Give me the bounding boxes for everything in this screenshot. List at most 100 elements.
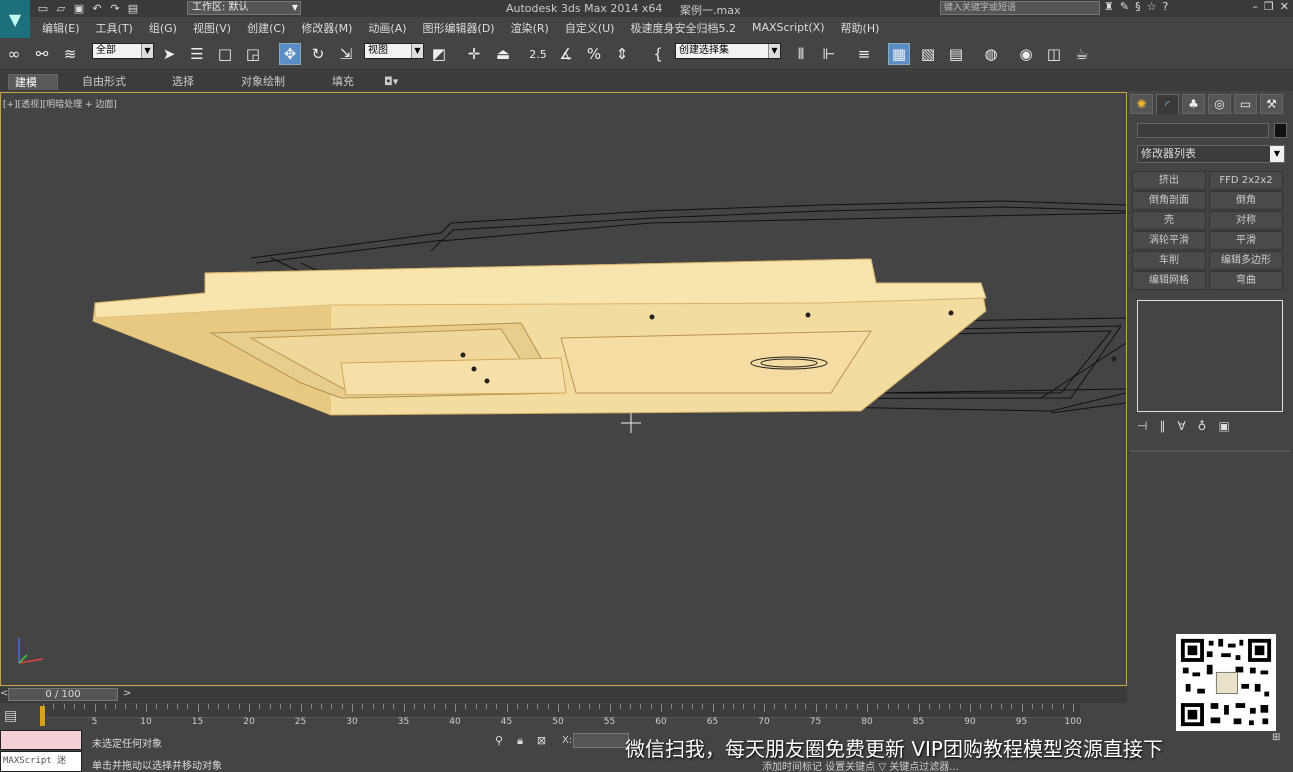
menu-item[interactable]: 视图(V) bbox=[193, 20, 231, 36]
reference-coordinate-dropdown[interactable]: 视图 ▼ bbox=[364, 43, 424, 59]
keyboard-shortcut-override-icon[interactable]: ⏏ bbox=[492, 43, 514, 65]
edit-named-selection-icon[interactable]: { bbox=[647, 43, 669, 65]
tab-object-paint[interactable]: 对象绘制 bbox=[235, 74, 291, 90]
mirror-icon[interactable]: ⫴ bbox=[790, 43, 812, 65]
align-icon[interactable]: ⊩ bbox=[818, 43, 840, 65]
named-selection-dropdown[interactable]: 创建选择集 ▼ bbox=[675, 43, 781, 59]
menu-item[interactable]: 动画(A) bbox=[368, 20, 406, 36]
workspace-dropdown[interactable]: 工作区: 默认 ▼ bbox=[187, 1, 301, 15]
new-file-icon[interactable]: ▭ bbox=[36, 1, 50, 15]
time-next-button[interactable]: > bbox=[123, 688, 131, 699]
menu-item[interactable]: 创建(C) bbox=[247, 20, 285, 36]
bind-space-warp-icon[interactable]: ≋ bbox=[59, 43, 81, 65]
isolate-icon[interactable]: ⚲ bbox=[495, 734, 503, 748]
modifier-button[interactable]: 编辑网格 bbox=[1132, 271, 1206, 290]
window-crossing-icon[interactable]: ◲ bbox=[242, 43, 264, 65]
track-strip[interactable]: 5 10 15 20 25 30 35 40 45 50 55 60 65 70 75 80 85 90 95 100 bbox=[40, 704, 1082, 727]
tab-freeform[interactable]: 自由形式 bbox=[76, 74, 132, 90]
menu-item[interactable]: 修改器(M) bbox=[301, 20, 352, 36]
app-logo-icon[interactable]: ▼ bbox=[0, 0, 30, 38]
menu-item[interactable]: 编辑(E) bbox=[42, 20, 80, 36]
perspective-viewport[interactable]: [+][透视][明暗处理 + 边面] bbox=[0, 92, 1127, 686]
pin-stack-icon[interactable]: ⊣ bbox=[1137, 419, 1147, 437]
menu-item[interactable]: 工具(T) bbox=[96, 20, 133, 36]
modifier-button[interactable]: 涡轮平滑 bbox=[1132, 231, 1206, 250]
maximize-viewport-icon[interactable]: ⊞ bbox=[1272, 732, 1280, 743]
utilities-tab-icon[interactable]: ⚒ bbox=[1260, 94, 1283, 114]
select-link-icon[interactable]: ∞ bbox=[3, 43, 25, 65]
maxscript-mini-listener[interactable]: MAXScript 迷 bbox=[0, 751, 82, 772]
ceiling-model[interactable] bbox=[92, 258, 987, 416]
modifier-button[interactable]: 平滑 bbox=[1209, 231, 1283, 250]
render-production-icon[interactable]: ☕ bbox=[1071, 43, 1093, 65]
curve-editor-icon[interactable]: ▧ bbox=[917, 43, 939, 65]
menu-item[interactable]: 图形编辑器(D) bbox=[423, 20, 495, 36]
rectangular-selection-icon[interactable]: □ bbox=[214, 43, 236, 65]
graphite-ribbon-icon[interactable]: ▦ bbox=[888, 43, 910, 65]
save-icon[interactable]: ▣ bbox=[72, 1, 86, 15]
time-slider-thumb[interactable]: 0 / 100 bbox=[8, 688, 118, 701]
modifier-button[interactable]: 对称 bbox=[1209, 211, 1283, 230]
open-file-icon[interactable]: ▱ bbox=[54, 1, 68, 15]
modifier-button[interactable]: 壳 bbox=[1132, 211, 1206, 230]
rendered-frame-icon[interactable]: ◫ bbox=[1043, 43, 1065, 65]
show-end-result-icon[interactable]: ∥ bbox=[1159, 419, 1165, 437]
minimize-icon[interactable]: – bbox=[1252, 0, 1258, 13]
menu-item[interactable]: 组(G) bbox=[149, 20, 177, 36]
angle-snap-icon[interactable]: ∡ bbox=[555, 43, 577, 65]
modifier-button[interactable]: 车削 bbox=[1132, 251, 1206, 270]
restore-icon[interactable]: ❐ bbox=[1264, 0, 1274, 13]
schematic-view-icon[interactable]: ▤ bbox=[945, 43, 967, 65]
pivot-center-icon[interactable]: ◩ bbox=[428, 43, 450, 65]
render-setup-icon[interactable]: ◉ bbox=[1015, 43, 1037, 65]
search-input[interactable]: 键入关键字或短语 bbox=[940, 1, 1100, 15]
create-tab-icon[interactable]: ✺ bbox=[1130, 94, 1153, 114]
menu-item[interactable]: 自定义(U) bbox=[565, 20, 615, 36]
modifier-list-dropdown[interactable]: 修改器列表 ▼ bbox=[1137, 145, 1285, 163]
select-and-move-icon[interactable]: ✥ bbox=[279, 43, 301, 65]
star-icon[interactable]: ☆ bbox=[1147, 0, 1157, 13]
unlink-icon[interactable]: ⚯ bbox=[31, 43, 53, 65]
absolute-mode-icon[interactable]: ⊠ bbox=[537, 734, 546, 748]
motion-tab-icon[interactable]: ◎ bbox=[1208, 94, 1231, 114]
snaps-toggle-icon[interactable]: 2.5 bbox=[527, 43, 549, 65]
select-manipulate-icon[interactable]: ✛ bbox=[463, 43, 485, 65]
modifier-button[interactable]: FFD 2x2x2 bbox=[1209, 171, 1283, 190]
help-icon[interactable]: ? bbox=[1162, 0, 1168, 13]
x-coordinate-field[interactable] bbox=[573, 733, 629, 748]
current-frame-marker[interactable] bbox=[40, 706, 45, 726]
track-view-icon[interactable]: ▤ bbox=[4, 708, 17, 724]
modify-tab-icon[interactable]: ◜ bbox=[1156, 94, 1179, 114]
selection-filter-dropdown[interactable]: 全部 ▼ bbox=[92, 43, 154, 59]
display-tab-icon[interactable]: ▭ bbox=[1234, 94, 1257, 114]
modifier-button[interactable]: 编辑多边形 bbox=[1209, 251, 1283, 270]
object-name-field[interactable] bbox=[1137, 123, 1269, 138]
select-and-scale-icon[interactable]: ⇲ bbox=[335, 43, 357, 65]
menu-item[interactable]: 极速度身安全归档5.2 bbox=[630, 20, 736, 36]
redo-icon[interactable]: ↷ bbox=[108, 1, 122, 15]
maxscript-listener[interactable] bbox=[0, 730, 82, 750]
close-icon[interactable]: ✕ bbox=[1280, 0, 1289, 13]
hierarchy-tab-icon[interactable]: ♣ bbox=[1182, 94, 1205, 114]
layer-manager-icon[interactable]: ≡ bbox=[853, 43, 875, 65]
modifier-button[interactable]: 挤出 bbox=[1132, 171, 1206, 190]
modifier-button[interactable]: 倒角 bbox=[1209, 191, 1283, 210]
tools-icon[interactable]: ✎ bbox=[1120, 0, 1129, 13]
select-and-rotate-icon[interactable]: ↻ bbox=[307, 43, 329, 65]
link-icon[interactable]: § bbox=[1135, 0, 1141, 13]
modifier-button[interactable]: 弯曲 bbox=[1209, 271, 1283, 290]
configure-sets-icon[interactable]: ▣ bbox=[1218, 419, 1229, 437]
tab-modeling[interactable]: 建模 bbox=[8, 74, 58, 90]
select-object-icon[interactable]: ➤ bbox=[158, 43, 180, 65]
remove-modifier-icon[interactable]: ♁ bbox=[1198, 419, 1207, 437]
ribbon-options-icon[interactable]: ◘▾ bbox=[378, 74, 404, 90]
menu-item[interactable]: 帮助(H) bbox=[841, 20, 880, 36]
menu-item[interactable]: 渲染(R) bbox=[511, 20, 549, 36]
track-bar[interactable]: ▤ 5 10 15 20 25 30 35 40 45 50 55 60 65 70 75 80 85 90 95 1… bbox=[0, 704, 1127, 730]
undo-icon[interactable]: ↶ bbox=[90, 1, 104, 15]
modifier-stack[interactable] bbox=[1137, 300, 1283, 412]
binoculars-icon[interactable]: ♜ bbox=[1104, 0, 1114, 13]
tab-populate[interactable]: 填充 bbox=[326, 74, 360, 90]
tab-selection[interactable]: 选择 bbox=[166, 74, 200, 90]
make-unique-icon[interactable]: ∀ bbox=[1177, 419, 1185, 437]
